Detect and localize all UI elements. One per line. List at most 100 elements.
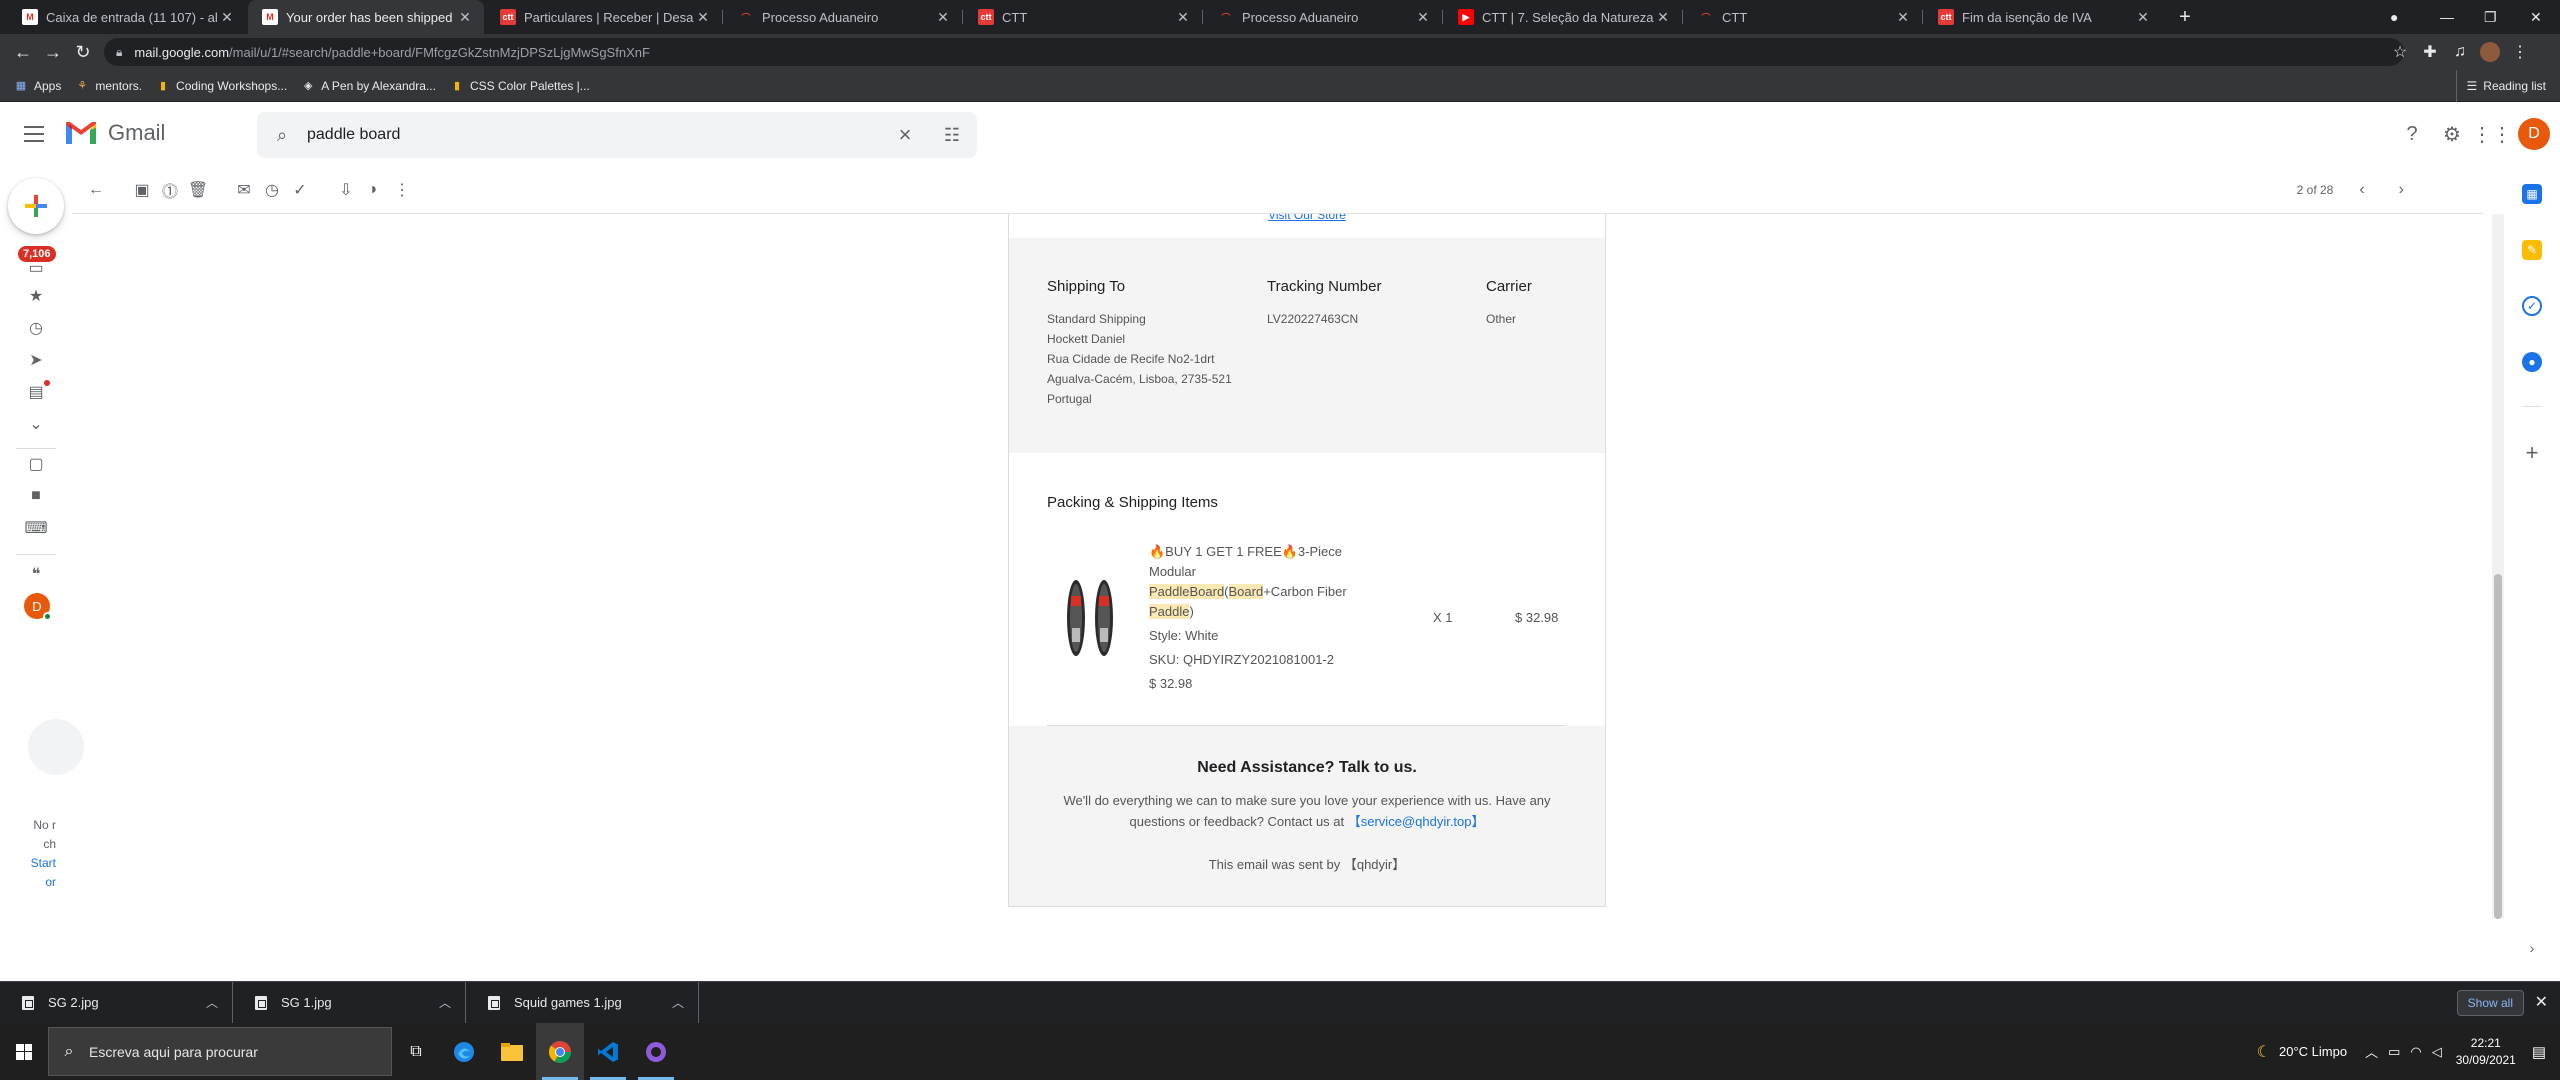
search-icon[interactable]: ⌕ bbox=[257, 125, 307, 146]
taskbar-clock[interactable]: 22:21 30/09/2021 bbox=[2456, 1035, 2516, 1069]
reload-button[interactable]: ↻ bbox=[68, 37, 98, 67]
help-icon[interactable]: ? bbox=[2392, 116, 2432, 152]
snooze-icon[interactable]: ◷ bbox=[260, 178, 284, 202]
scrollbar-thumb[interactable] bbox=[2494, 574, 2502, 919]
product-title[interactable]: 🔥BUY 1 GET 1 FREE🔥3-Piece Modular Paddle… bbox=[1149, 542, 1354, 622]
join-meeting-icon[interactable]: ■ bbox=[24, 484, 48, 508]
wifi-icon[interactable]: ◠ bbox=[2410, 1044, 2421, 1060]
start-chat-link[interactable]: Start bbox=[26, 854, 56, 873]
newer-chevron-icon[interactable]: ‹ bbox=[2359, 181, 2364, 199]
new-meeting-icon[interactable]: ▢ bbox=[24, 452, 48, 476]
network-icon[interactable]: ▭ bbox=[2388, 1044, 2400, 1060]
search-bar[interactable]: ⌕ paddle board × ☷ bbox=[257, 112, 977, 158]
close-downloads-icon[interactable]: ✕ bbox=[2535, 992, 2548, 1012]
chrome-menu-icon[interactable]: ⋮ bbox=[2505, 37, 2535, 67]
github-desktop-icon[interactable] bbox=[632, 1023, 680, 1080]
add-task-icon[interactable]: ✓ bbox=[288, 178, 312, 202]
tab-inbox[interactable]: M Caixa de entrada (11 107) - alexa ✕ bbox=[8, 0, 246, 34]
file-explorer-icon[interactable] bbox=[488, 1023, 536, 1080]
chevron-up-icon[interactable]: ︿ bbox=[206, 994, 218, 1011]
close-icon[interactable]: ✕ bbox=[218, 9, 236, 26]
tab-fim-isencao[interactable]: ctt Fim da isenção de IVA ✕ bbox=[1924, 0, 2162, 34]
download-item[interactable]: SG 2.jpg ︿ bbox=[0, 981, 233, 1024]
start-button[interactable] bbox=[0, 1023, 48, 1080]
support-email-link[interactable]: 【service@qhdyir.top】 bbox=[1348, 814, 1485, 829]
extensions-puzzle-icon[interactable]: ✚ bbox=[2415, 37, 2445, 67]
bookmark-coding-workshops[interactable]: ▮ Coding Workshops... bbox=[156, 79, 287, 93]
drafts-icon[interactable]: ▤ bbox=[24, 380, 50, 404]
settings-gear-icon[interactable]: ⚙ bbox=[2432, 116, 2472, 152]
more-chevron-icon[interactable]: ⌄ bbox=[24, 412, 48, 436]
snoozed-icon[interactable]: ◷ bbox=[24, 316, 48, 340]
bookmark-css-palettes[interactable]: ▮ CSS Color Palettes |... bbox=[450, 79, 590, 93]
new-tab-button[interactable]: + bbox=[2170, 0, 2200, 34]
bookmark-codepen[interactable]: ◈ A Pen by Alexandra... bbox=[301, 79, 436, 93]
notifications-icon[interactable]: ▤ bbox=[2532, 1043, 2546, 1061]
tab-ctt-2[interactable]: ⌒ CTT ✕ bbox=[1684, 0, 1922, 34]
search-input[interactable]: paddle board bbox=[307, 126, 883, 144]
tab-ctt-selecao[interactable]: ▶ CTT | 7. Seleção da Natureza da ✕ bbox=[1444, 0, 1682, 34]
keyboard-icon[interactable]: ⌨ bbox=[24, 516, 48, 540]
vscode-icon[interactable] bbox=[584, 1023, 632, 1080]
reading-list-button[interactable]: ☰ Reading list bbox=[2455, 70, 2546, 102]
close-icon[interactable]: ✕ bbox=[2134, 9, 2152, 26]
tab-particulares[interactable]: ctt Particulares | Receber | Desalfandeg… bbox=[486, 0, 722, 34]
weather-text[interactable]: 20°C Limpo bbox=[2279, 1044, 2347, 1059]
archive-icon[interactable]: ▣ bbox=[130, 178, 154, 202]
close-icon[interactable]: ✕ bbox=[1174, 9, 1192, 26]
bookmark-star-icon[interactable]: ☆ bbox=[2385, 37, 2415, 67]
tab-search-icon[interactable]: ● bbox=[2390, 0, 2398, 34]
label-icon[interactable]: ◗ bbox=[362, 178, 386, 202]
chevron-up-icon[interactable]: ︿ bbox=[439, 994, 451, 1011]
keep-icon[interactable]: ✎ bbox=[2522, 240, 2542, 260]
report-spam-icon[interactable]: ⓵ bbox=[158, 178, 182, 202]
clear-search-icon[interactable]: × bbox=[883, 122, 927, 148]
close-icon[interactable]: ✕ bbox=[1414, 9, 1432, 26]
address-bar[interactable]: 🔒︎ mail.google.com/mail/u/1/#search/padd… bbox=[104, 38, 2404, 66]
edge-icon[interactable] bbox=[440, 1023, 488, 1080]
back-to-search-icon[interactable]: ← bbox=[84, 178, 108, 202]
close-icon[interactable]: ✕ bbox=[1894, 9, 1912, 26]
search-options-icon[interactable]: ☷ bbox=[927, 125, 977, 146]
delete-icon[interactable]: 🗑︎ bbox=[186, 178, 210, 202]
sent-icon[interactable]: ➤ bbox=[24, 348, 48, 372]
show-all-downloads-button[interactable]: Show all bbox=[2456, 990, 2524, 1016]
calendar-icon[interactable]: ▦ bbox=[2522, 184, 2542, 204]
tab-ctt[interactable]: ctt CTT ✕ bbox=[964, 0, 1202, 34]
minimize-button[interactable]: — bbox=[2440, 0, 2454, 34]
download-item[interactable]: Squid games 1.jpg ︿ bbox=[466, 981, 699, 1024]
forward-button[interactable]: → bbox=[38, 37, 68, 67]
volume-icon[interactable]: ◁ bbox=[2432, 1044, 2442, 1060]
move-to-icon[interactable]: ⇩ bbox=[334, 178, 358, 202]
compose-button[interactable] bbox=[8, 178, 64, 234]
hide-side-panel-icon[interactable]: › bbox=[2522, 940, 2542, 956]
chrome-taskbar-icon[interactable] bbox=[536, 1023, 584, 1080]
bookmark-mentors[interactable]: ⚘ mentors. bbox=[75, 79, 142, 93]
close-icon[interactable]: ✕ bbox=[1654, 9, 1672, 26]
task-view-icon[interactable]: ⧉ bbox=[392, 1023, 440, 1080]
restore-button[interactable]: ❐ bbox=[2484, 0, 2497, 34]
close-icon[interactable]: ✕ bbox=[456, 9, 474, 26]
more-options-icon[interactable]: ⋮ bbox=[390, 178, 414, 202]
google-apps-icon[interactable]: ⋮⋮ bbox=[2472, 116, 2512, 152]
tab-order-shipped[interactable]: M Your order has been shipped - da ✕ bbox=[248, 0, 484, 34]
bookmark-apps[interactable]: ▦ Apps bbox=[14, 79, 62, 93]
tasks-icon[interactable]: ✓ bbox=[2522, 296, 2542, 316]
chevron-up-icon[interactable]: ︿ bbox=[672, 994, 684, 1011]
hangouts-avatar[interactable]: D bbox=[24, 593, 52, 621]
tab-processo-aduaneiro[interactable]: ⌒ Processo Aduaneiro ✕ bbox=[724, 0, 962, 34]
tab-processo-aduaneiro-2[interactable]: ⌒ Processo Aduaneiro ✕ bbox=[1204, 0, 1442, 34]
gmail-logo[interactable]: Gmail bbox=[64, 120, 165, 146]
contacts-icon[interactable]: ● bbox=[2522, 352, 2542, 372]
close-window-button[interactable]: ✕ bbox=[2530, 0, 2542, 34]
starred-icon[interactable]: ★ bbox=[24, 284, 48, 308]
show-hidden-icons[interactable]: ︿ bbox=[2365, 1042, 2378, 1061]
get-addons-icon[interactable]: + bbox=[2522, 440, 2542, 466]
media-control-icon[interactable]: ♫ bbox=[2445, 37, 2475, 67]
older-chevron-icon[interactable]: › bbox=[2399, 181, 2404, 199]
mark-unread-icon[interactable]: ✉ bbox=[232, 178, 256, 202]
account-avatar[interactable]: D bbox=[2518, 118, 2550, 150]
visit-store-link[interactable]: Visit Our Store bbox=[1268, 214, 1346, 222]
close-icon[interactable]: ✕ bbox=[934, 9, 952, 26]
close-icon[interactable]: ✕ bbox=[694, 9, 712, 26]
